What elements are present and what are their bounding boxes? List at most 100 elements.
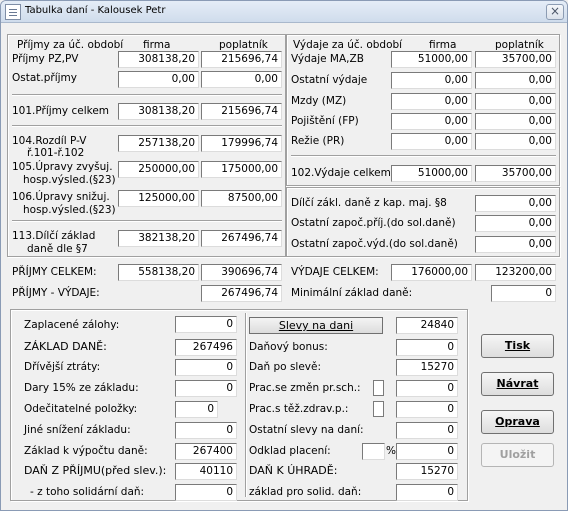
ostat-zapoc-prij-label: Ostatní započ.příj.(do sol.daně)	[291, 217, 456, 229]
prijmy-celkem-poplatnik-field: 215696,74	[201, 103, 282, 120]
dan-k-uhrade-label: DAŇ K ÚHRADĚ:	[249, 464, 338, 477]
vydaje-ma-zb-firma-field[interactable]: 51000,00	[391, 51, 472, 68]
odklad-percent-sign: %	[386, 445, 396, 457]
drivejsi-ztraty-field[interactable]: 0	[175, 359, 237, 376]
income-col-poplatnik: poplatník	[219, 39, 268, 51]
upravy-sniz-label-2: hosp.výsled.(§23)	[23, 204, 116, 216]
rezie-poplatnik-field[interactable]: 0,00	[475, 133, 556, 150]
dan-k-uhrade-field: 15270	[396, 463, 458, 480]
prac-zdrav-field[interactable]: 0	[396, 401, 458, 418]
kap-maj-label: Dílčí zákl. daně z kap. maj. §8	[291, 197, 447, 209]
rozdil-poplatnik-field: 179996,74	[201, 135, 282, 152]
print-button[interactable]: Tisk	[481, 334, 554, 358]
tax-table-window: Tabulka daní - Kalousek Petr × Příjmy za…	[0, 0, 568, 511]
vydaje-celkem-firma-field: 51000,00	[391, 165, 472, 182]
pz-pv-poplatnik-field[interactable]: 215696,74	[201, 51, 282, 68]
title-bar: Tabulka daní - Kalousek Petr ×	[1, 1, 567, 23]
pz-pv-label: Příjmy PZ,PV	[12, 53, 79, 65]
dan-po-sleve-label: Daň po slevě:	[249, 361, 321, 373]
vydaje-celkem-total-firma: 176000,00	[391, 264, 472, 281]
zaklad-vypocet-field: 267400	[175, 443, 237, 460]
upravy-sniz-firma-field[interactable]: 125000,00	[118, 190, 199, 207]
dan-po-sleve-field: 15270	[396, 359, 458, 376]
dan-z-prijmu-field: 40110	[175, 463, 237, 480]
pz-pv-firma-field[interactable]: 308138,20	[118, 51, 199, 68]
dilci-zaklad-firma-field: 382138,20	[118, 230, 199, 247]
dary-label: Dary 15% ze základu:	[24, 382, 139, 394]
odecitatelne-field[interactable]: 0	[175, 401, 218, 418]
window-title: Tabulka daní - Kalousek Petr	[25, 5, 166, 16]
ostat-prijmy-firma-field[interactable]: 0,00	[118, 71, 199, 88]
upravy-sniz-poplatnik-field[interactable]: 87500,00	[201, 190, 282, 207]
prijmy-vydaje-label: PŘÍJMY - VÝDAJE:	[12, 287, 100, 299]
ostat-zapoc-vyd-label: Ostatní započ.výd.(do sol.daně)	[291, 238, 458, 250]
dary-field[interactable]: 0	[175, 380, 237, 397]
min-zaklad-field[interactable]: 0	[491, 285, 556, 302]
pojisteni-label: Pojištění (FP)	[291, 115, 359, 127]
rezie-label: Režie (PR)	[291, 135, 345, 147]
ostatni-slevy-field[interactable]: 0	[396, 422, 458, 439]
expense-header: Výdaje za úč. období	[293, 39, 403, 51]
upravy-zvys-label: 105.Úpravy zvyšuj.	[12, 161, 113, 173]
danovy-bonus-field: 0	[396, 339, 458, 356]
upravy-zvys-poplatnik-field[interactable]: 175000,00	[201, 161, 282, 178]
income-col-firma: firma	[143, 39, 171, 51]
income-separator-2	[12, 125, 282, 127]
prac-zmen-field[interactable]: 0	[396, 380, 458, 397]
tax-calc-divider	[245, 313, 247, 497]
prijmy-celkem-total-label: PŘÍJMY CELKEM:	[12, 266, 97, 278]
danovy-bonus-label: Daňový bonus:	[249, 341, 328, 353]
dilci-zaklad-poplatnik-field: 267496,74	[201, 230, 282, 247]
solid-zaklad-label: základ pro solid. daň:	[249, 486, 362, 498]
vydaje-ma-zb-poplatnik-field[interactable]: 35700,00	[475, 51, 556, 68]
zalohy-field[interactable]: 0	[175, 316, 237, 333]
slevy-na-dani-button[interactable]: Slevy na dani	[249, 317, 383, 334]
odklad-percent-field[interactable]	[362, 443, 385, 460]
expense-col-poplatnik: poplatník	[495, 39, 544, 51]
pojisteni-firma-field[interactable]: 0,00	[391, 113, 472, 130]
prac-zmen-checkbox[interactable]	[373, 380, 384, 396]
drivejsi-ztraty-label: Dřívější ztráty:	[24, 361, 101, 373]
prijmy-vydaje-field: 267496,74	[201, 285, 282, 302]
app-icon	[5, 4, 21, 20]
zalohy-label: Zaplacené zálohy:	[24, 319, 120, 331]
slevy-value-field: 24840	[396, 317, 458, 334]
ostatni-vydaje-firma-field[interactable]: 0,00	[391, 72, 472, 89]
vydaje-celkem-total-label: VÝDAJE CELKEM:	[291, 266, 379, 278]
vydaje-celkem-label: 102.Výdaje celkem	[291, 167, 391, 179]
ostat-zapoc-prij-field[interactable]: 0,00	[475, 215, 556, 232]
income-separator-1	[12, 94, 282, 96]
income-separator-3	[12, 220, 282, 222]
income-header: Příjmy za úč. období	[17, 39, 124, 51]
zaklad-dane-label: ZÁKLAD DANĚ:	[24, 340, 107, 353]
upravy-zvys-firma-field[interactable]: 250000,00	[118, 161, 199, 178]
prac-zdrav-label: Prac.s těž.zdrav.p.:	[249, 403, 349, 415]
mzdy-firma-field[interactable]: 0,00	[391, 93, 472, 110]
back-button[interactable]: Návrat	[481, 372, 554, 396]
mzdy-poplatnik-field[interactable]: 0,00	[475, 93, 556, 110]
dilci-zaklad-label: 113.Dílčí základ	[12, 230, 96, 242]
prac-zmen-label: Prac.se změn pr.sch.:	[249, 382, 361, 394]
rozdil-label-2: ř.101-ř.102	[27, 147, 85, 159]
ostatni-vydaje-poplatnik-field[interactable]: 0,00	[475, 72, 556, 89]
ostat-zapoc-vyd-field[interactable]: 0,00	[475, 236, 556, 253]
odecitatelne-label: Odečitatelné položky:	[24, 403, 138, 415]
odklad-field: 0	[396, 443, 458, 460]
ostat-prijmy-label: Ostat.příjmy	[12, 72, 77, 84]
rezie-firma-field[interactable]: 0,00	[391, 133, 472, 150]
prijmy-celkem-label: 101.Příjmy celkem	[12, 105, 110, 117]
jine-snizeni-label: Jiné snížení základu:	[24, 424, 131, 436]
solidarni-dan-label: - z toho solidární daň:	[30, 486, 145, 498]
edit-button[interactable]: Oprava	[481, 410, 554, 434]
prijmy-celkem-total-firma: 558138,20	[118, 264, 199, 281]
pojisteni-poplatnik-field[interactable]: 0,00	[475, 113, 556, 130]
jine-snizeni-field[interactable]: 0	[175, 422, 237, 439]
dan-z-prijmu-label: DAŇ Z PŘÍJMU(před slev.):	[24, 464, 167, 477]
expense-separator	[291, 155, 556, 157]
kap-maj-field[interactable]: 0,00	[475, 195, 556, 212]
save-button[interactable]: Uložit	[481, 443, 554, 467]
ostatni-vydaje-label: Ostatní výdaje	[291, 74, 368, 86]
close-button[interactable]: ×	[546, 4, 564, 20]
prac-zdrav-checkbox[interactable]	[373, 401, 384, 417]
ostat-prijmy-poplatnik-field[interactable]: 0,00	[201, 71, 282, 88]
